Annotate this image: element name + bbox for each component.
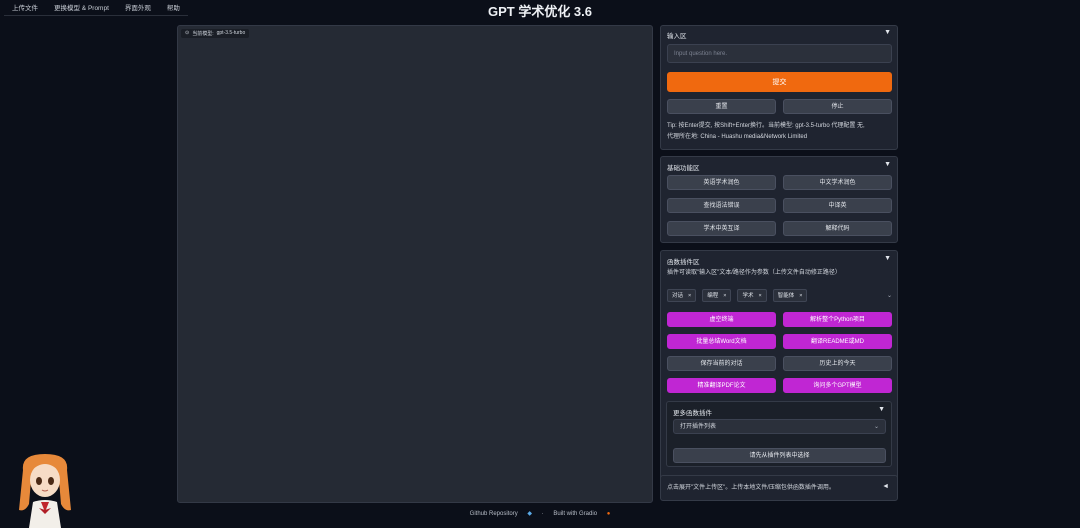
dropdown-caret-icon[interactable]: ⌄: [887, 292, 892, 299]
btn-explain-code[interactable]: 解释代码: [783, 221, 892, 236]
github-link[interactable]: Github Repository: [470, 511, 518, 517]
collapse-triangle-icon[interactable]: ▼: [878, 406, 885, 413]
model-value: gpt-3.5-turbo: [216, 30, 246, 36]
dot-separator: ·: [541, 511, 544, 517]
anime-girl-avatar: [19, 454, 71, 528]
tag-label: 对话: [672, 292, 684, 299]
collapse-triangle-icon[interactable]: ▼: [884, 161, 891, 168]
remove-x-icon[interactable]: ×: [799, 290, 802, 302]
remove-x-icon[interactable]: ×: [688, 290, 691, 302]
upload-panel[interactable]: 点击展开"文件上传区"。上传本地文件/压缩包供函数插件调用。 ◄: [660, 475, 898, 501]
chat-icon: ⊙: [185, 30, 190, 36]
model-label: ⊙ 当前模型: gpt-3.5-turbo: [181, 29, 250, 38]
tag-chip[interactable]: 智能体 ×: [772, 289, 808, 302]
tag-chip[interactable]: 对话 ×: [667, 289, 697, 302]
select-plugin-button[interactable]: 请先从插件列表中选择: [673, 448, 886, 463]
input-panel: 输入区 ▼ Input question here. 提交 重置 停止 Tip:…: [660, 25, 898, 150]
more-plugins-panel: 更多函数插件 ▼ 打开插件列表 ⌄ 请先从插件列表中选择: [666, 401, 892, 467]
btn-parse-python-project[interactable]: 解析整个Python项目: [783, 312, 892, 327]
tag-label: 编程: [707, 292, 719, 299]
btn-ask-multiple-gpt[interactable]: 询问多个GPT模型: [783, 378, 892, 393]
collapse-triangle-icon[interactable]: ▼: [884, 29, 891, 36]
btn-zh-to-en[interactable]: 中译英: [783, 198, 892, 213]
tip-line-1: Tip: 按Enter提交, 按Shift+Enter换行。当前模型: gpt-…: [667, 123, 865, 129]
collapse-triangle-icon[interactable]: ▼: [884, 255, 891, 262]
upload-panel-text: 点击展开"文件上传区"。上传本地文件/压缩包供函数插件调用。: [667, 485, 835, 491]
remove-x-icon[interactable]: ×: [723, 290, 726, 302]
plugin-list-dropdown[interactable]: 打开插件列表 ⌄: [673, 419, 886, 434]
btn-summarize-word[interactable]: 批量总结Word文档: [667, 334, 776, 349]
btn-translate-readme[interactable]: 翻译README或MD: [783, 334, 892, 349]
question-input[interactable]: Input question here.: [667, 44, 892, 63]
dropdown-caret-icon: ⌄: [873, 424, 879, 430]
app-title: GPT 学术优化 3.6: [487, 4, 593, 19]
btn-translate-pdf[interactable]: 精准翻译PDF论文: [667, 378, 776, 393]
expand-triangle-icon[interactable]: ◄: [882, 483, 889, 490]
btn-today-in-history[interactable]: 历史上的今天: [783, 356, 892, 371]
btn-grammar-check[interactable]: 查找语法错误: [667, 198, 776, 213]
tag-chip[interactable]: 学术 ×: [737, 289, 767, 302]
gradio-link[interactable]: Built with Gradio: [553, 511, 597, 517]
btn-chinese-polish[interactable]: 中文学术润色: [783, 175, 892, 190]
plugin-tag-row: 对话 × 编程 × 学术 × 智能体 × ⌄: [667, 289, 892, 302]
reset-button[interactable]: 重置: [667, 99, 776, 114]
stop-button[interactable]: 停止: [783, 99, 892, 114]
dropdown-value: 打开插件列表: [680, 424, 717, 430]
rocket-icon: ◆: [527, 511, 532, 517]
tag-label: 学术: [742, 292, 754, 299]
tip-line-2: 代理所在地: China - Huashu media&Network Limi…: [667, 134, 808, 140]
tag-label: 智能体: [777, 292, 795, 299]
remove-x-icon[interactable]: ×: [758, 290, 761, 302]
input-panel-title: 输入区: [667, 33, 687, 40]
tag-chip[interactable]: 编程 ×: [702, 289, 732, 302]
btn-save-conversation[interactable]: 保存当前的对话: [667, 356, 776, 371]
model-label-text: 当前模型:: [192, 31, 214, 37]
plugin-desc: 插件可读取"输入区"文本/路径作为参数（上传文件自动修正路径）: [667, 270, 841, 276]
footer: Github Repository ◆ · Built with Gradio …: [0, 510, 1080, 517]
btn-academic-translate[interactable]: 学术中英互译: [667, 221, 776, 236]
submit-button[interactable]: 提交: [667, 72, 892, 92]
chatbot-area[interactable]: ⊙ 当前模型: gpt-3.5-turbo: [177, 25, 653, 503]
basic-functions-panel: 基础功能区 ▼ 英语学术润色 中文学术润色 查找语法错误 中译英 学术中英互译 …: [660, 156, 898, 243]
btn-void-terminal[interactable]: 虚空终端: [667, 312, 776, 327]
plugin-panel-title: 函数插件区: [667, 259, 700, 266]
plugin-panel: 函数插件区 ▼ 插件可读取"输入区"文本/路径作为参数（上传文件自动修正路径） …: [660, 250, 898, 501]
btn-english-polish[interactable]: 英语学术润色: [667, 175, 776, 190]
basic-panel-title: 基础功能区: [667, 165, 700, 172]
more-plugins-title: 更多函数插件: [673, 410, 712, 417]
gradio-logo-icon: ●: [606, 511, 611, 517]
